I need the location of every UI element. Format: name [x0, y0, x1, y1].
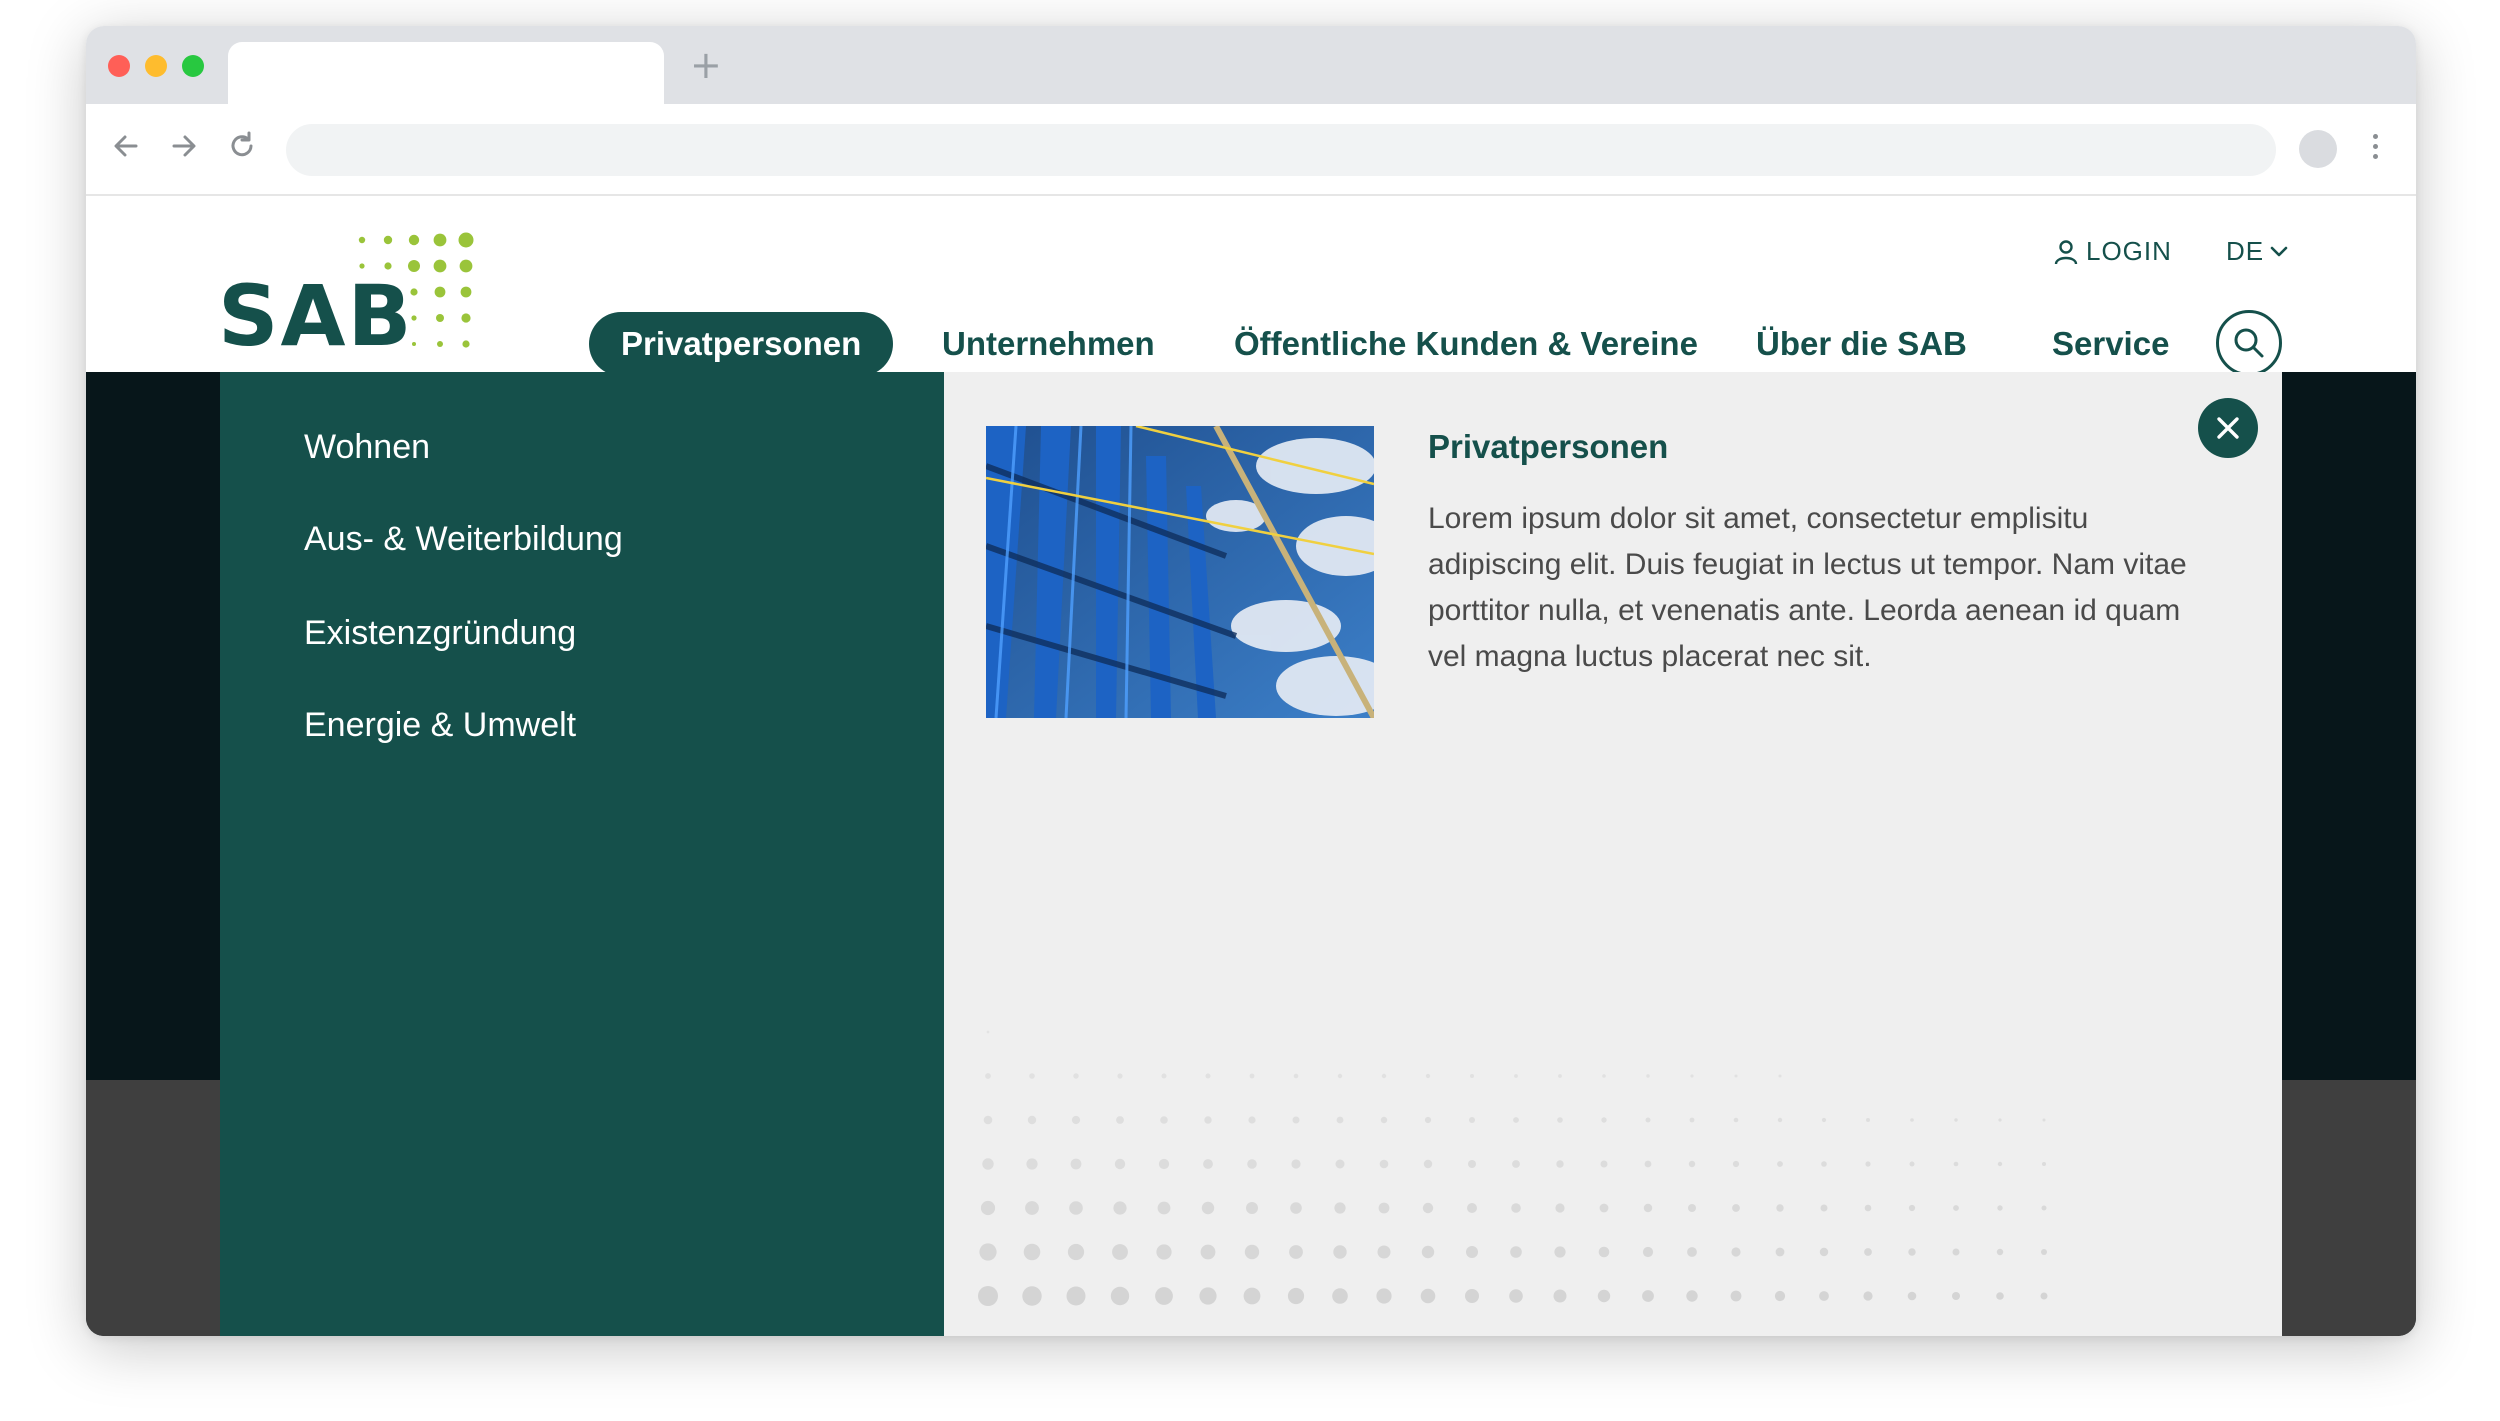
- address-bar[interactable]: [286, 124, 2276, 176]
- chevron-down-icon: [2270, 246, 2288, 256]
- mega-link-wohnen[interactable]: Wohnen: [304, 428, 430, 467]
- login-label: LOGIN: [2086, 236, 2172, 266]
- nav-item-service[interactable]: Service: [2052, 312, 2169, 376]
- browser-menu-icon[interactable]: [2370, 130, 2380, 170]
- teaser-title: Privatpersonen: [1428, 428, 1669, 465]
- decorative-dots: [978, 1030, 2048, 1306]
- user-icon: [2054, 239, 2078, 264]
- profile-avatar[interactable]: [2299, 130, 2337, 168]
- close-menu-button[interactable]: [2198, 398, 2258, 458]
- login-link[interactable]: LOGIN: [2054, 236, 2172, 267]
- nav-item-privatpersonen[interactable]: Privatpersonen: [589, 312, 894, 376]
- nav-item-oeffentliche-kunden[interactable]: Öffentliche Kunden & Vereine: [1234, 312, 1698, 376]
- logo-wordmark: SAB: [218, 267, 414, 365]
- sab-logo[interactable]: SAB: [218, 232, 478, 362]
- search-button[interactable]: [2216, 310, 2282, 376]
- browser-window: + SAB LOGIN DE Privatpersonen Unternehme…: [86, 26, 2416, 1336]
- language-label: DE: [2226, 236, 2265, 266]
- browser-tabbar: +: [86, 26, 2416, 104]
- window-minimize-dot[interactable]: [145, 55, 167, 77]
- site-header: SAB LOGIN DE Privatpersonen Unternehmen …: [86, 196, 2416, 396]
- teaser-image: [986, 426, 1374, 718]
- browser-tab[interactable]: [228, 42, 664, 104]
- mega-menu-links-panel: Wohnen Aus- & Weiterbildung Existenzgrün…: [220, 372, 944, 1336]
- reload-icon[interactable]: [222, 126, 262, 166]
- nav-item-unternehmen[interactable]: Unternehmen: [942, 312, 1155, 376]
- language-selector[interactable]: DE: [2226, 236, 2288, 267]
- mega-menu-teaser-panel: Privatpersonen Lorem ipsum dolor sit ame…: [944, 372, 2282, 1336]
- back-arrow-icon[interactable]: [106, 126, 146, 166]
- teaser-text: Lorem ipsum dolor sit amet, consectetur …: [1428, 502, 2187, 673]
- nav-item-ueber-die-sab[interactable]: Über die SAB: [1756, 312, 1967, 376]
- browser-toolbar: [86, 104, 2416, 196]
- mega-link-existenzgruendung[interactable]: Existenzgründung: [304, 614, 576, 653]
- close-icon: [2217, 417, 2239, 439]
- window-close-dot[interactable]: [108, 55, 130, 77]
- new-tab-button[interactable]: +: [690, 46, 722, 84]
- steel-structure-image: [986, 426, 1374, 718]
- mega-link-aus-weiterbildung[interactable]: Aus- & Weiterbildung: [304, 520, 623, 559]
- search-icon: [2234, 328, 2264, 358]
- forward-arrow-icon[interactable]: [164, 126, 204, 166]
- window-maximize-dot[interactable]: [182, 55, 204, 77]
- mega-link-energie-umwelt[interactable]: Energie & Umwelt: [304, 706, 576, 745]
